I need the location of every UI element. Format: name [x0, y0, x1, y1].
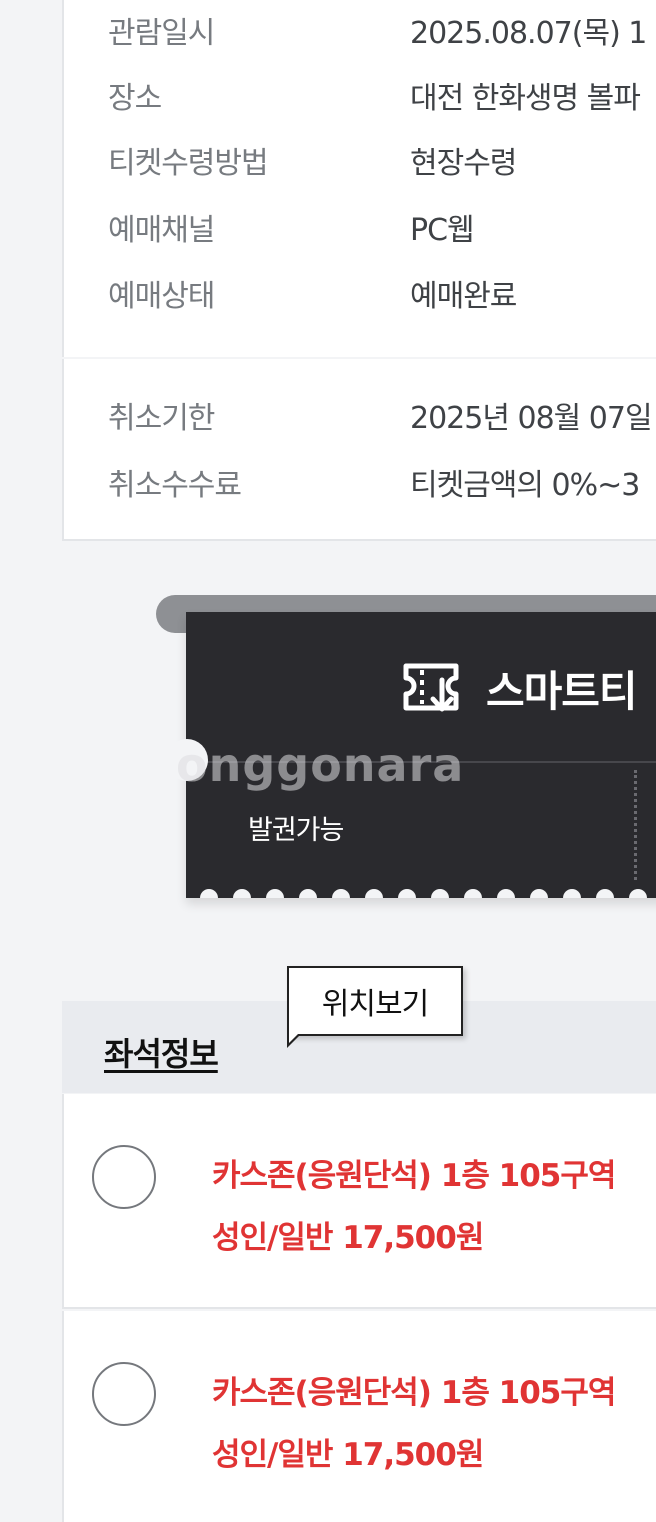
booking-info-card: 관람일시 2025.08.07(목) 1 장소 대전 한화생명 볼파 티켓수령방… [62, 0, 656, 357]
seat-zone: 카스존(응원단석) 1층 105구역 [212, 1375, 616, 1411]
info-value: 2025년 08월 07일 [410, 401, 653, 436]
ticket-divider [198, 761, 656, 763]
tooltip-tail-fill [289, 1033, 299, 1043]
ticket-perforation [634, 770, 637, 880]
seat-price: 성인/일반 17,500원 [212, 1437, 484, 1473]
seat-select-radio[interactable] [92, 1145, 156, 1209]
info-value: PC웹 [410, 213, 475, 248]
info-label: 관람일시 [108, 16, 215, 51]
info-row-venue: 장소 대전 한화생명 볼파 [108, 75, 641, 116]
info-value: 티켓금액의 0%~3 [410, 468, 640, 503]
ticket-title: 스마트티 [486, 667, 638, 716]
info-label: 티켓수령방법 [108, 146, 269, 181]
info-value: 대전 한화생명 볼파 [410, 81, 641, 116]
info-value: 예매완료 [410, 279, 517, 314]
cancel-info-card: 취소기한 2025년 08월 07일 취소수수료 티켓금액의 0%~3 [62, 359, 656, 541]
info-value: 현장수령 [410, 146, 517, 181]
ticket-status: 발권가능 [248, 815, 344, 846]
seat-info-title: 좌석정보 [104, 1035, 219, 1073]
info-row-status: 예매상태 예매완료 [108, 273, 517, 314]
info-label: 장소 [108, 81, 162, 116]
seat-price: 성인/일반 17,500원 [212, 1220, 484, 1256]
seat-select-radio[interactable] [92, 1362, 156, 1426]
info-row-cancel-fee: 취소수수료 티켓금액의 0%~3 [108, 462, 640, 503]
info-label: 예매채널 [108, 213, 215, 248]
info-label: 예매상태 [108, 279, 215, 314]
info-label: 취소수수료 [108, 468, 242, 503]
ticket-download-icon [403, 663, 459, 712]
seat-zone: 카스존(응원단석) 1층 105구역 [212, 1158, 616, 1194]
smart-ticket[interactable]: 스마트티 발권가능 [186, 612, 656, 898]
seat-row[interactable]: 카스존(응원단석) 1층 105구역 성인/일반 17,500원 [62, 1311, 656, 1522]
ticket-notch [166, 739, 208, 781]
info-row-channel: 예매채널 PC웹 [108, 207, 475, 248]
seat-row[interactable]: 카스존(응원단석) 1층 105구역 성인/일반 17,500원 [62, 1094, 656, 1309]
ticket-scallop-edge [186, 889, 656, 898]
info-value: 2025.08.07(목) 1 [410, 16, 647, 51]
info-row-cancel-deadline: 취소기한 2025년 08월 07일 [108, 395, 653, 436]
info-row-datetime: 관람일시 2025.08.07(목) 1 [108, 10, 647, 51]
info-row-pickup: 티켓수령방법 현장수령 [108, 140, 517, 181]
booking-detail-page: 관람일시 2025.08.07(목) 1 장소 대전 한화생명 볼파 티켓수령방… [0, 0, 656, 1522]
info-label: 취소기한 [108, 401, 215, 436]
view-location-tooltip[interactable]: 위치보기 [287, 966, 463, 1036]
